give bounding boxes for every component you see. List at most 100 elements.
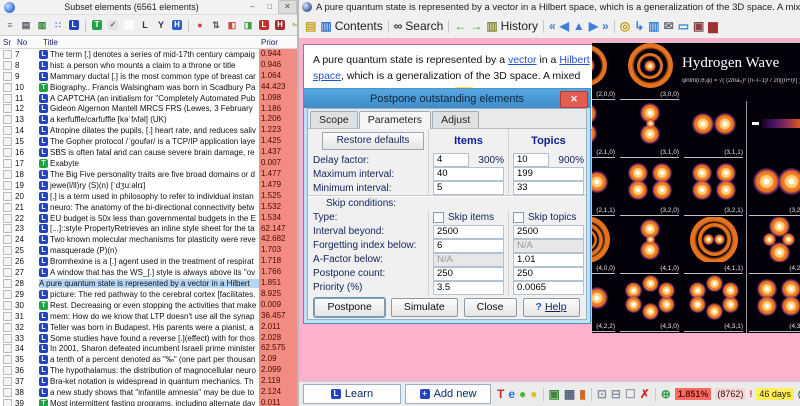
sort-icon[interactable]: ⇅ (209, 18, 223, 32)
back-icon[interactable]: ← (454, 19, 466, 33)
row-checkbox[interactable] (3, 388, 12, 397)
items-input[interactable]: N/A (433, 253, 504, 267)
table-row[interactable]: 10TBiography.. Francis Walsingham was bo… (0, 82, 297, 93)
topics-input[interactable]: N/A (513, 239, 584, 253)
sound-icon[interactable]: ▮ (579, 387, 586, 401)
dictionary-icon[interactable]: ▆ (708, 19, 717, 33)
row-checkbox[interactable] (3, 170, 12, 179)
row-checkbox[interactable] (3, 83, 12, 92)
topics-input[interactable]: 250 (513, 267, 584, 281)
table-row[interactable]: 36LThe hypothalamus: the distribution of… (0, 365, 297, 376)
next-icon[interactable]: ▶ (589, 19, 598, 33)
row-checkbox[interactable] (3, 126, 12, 135)
browser-icon[interactable]: e (508, 387, 515, 401)
protect-icon[interactable]: ⊕ (661, 387, 671, 401)
column-header-title[interactable]: Title (43, 38, 261, 47)
row-checkbox[interactable] (3, 61, 12, 70)
first-icon[interactable]: « (549, 19, 556, 33)
letter-l-icon[interactable]: L (138, 18, 152, 32)
table-row[interactable]: 30TRest. Decreasing or even stopping the… (0, 300, 297, 311)
row-checkbox[interactable] (3, 366, 12, 375)
camera-icon[interactable]: ▣ (549, 387, 560, 401)
row-checkbox[interactable] (3, 94, 12, 103)
item-red-icon[interactable]: L (257, 18, 271, 32)
table-row[interactable]: 23L[...]::style PropertyRetrieves an inl… (0, 224, 297, 235)
table-row[interactable]: 27LA window that has the WS_[.] style is… (0, 267, 297, 278)
letter-y-icon[interactable]: Y (154, 18, 168, 32)
row-checkbox[interactable] (3, 159, 12, 168)
help-button[interactable]: ?Help (523, 298, 580, 317)
row-checkbox[interactable] (3, 104, 12, 113)
dialog-close-button[interactable]: ✕ (560, 91, 588, 108)
goto-icon[interactable]: ↳ (634, 19, 644, 33)
dismiss-icon[interactable]: ✗ (640, 387, 650, 401)
book-icon[interactable]: ▥ (648, 19, 659, 33)
table-row[interactable]: 7LThe term [.] denotes a series of mid-1… (0, 49, 297, 60)
row-checkbox[interactable] (3, 355, 12, 364)
topics-checkbox[interactable] (513, 212, 524, 223)
forward-icon[interactable]: → (470, 19, 482, 33)
window-green-icon[interactable]: ◨ (241, 18, 255, 32)
row-checkbox[interactable] (3, 290, 12, 299)
row-checkbox[interactable] (3, 181, 12, 190)
export-icon[interactable]: ↪ (289, 18, 297, 32)
row-checkbox[interactable] (3, 72, 12, 81)
items-input[interactable]: 40 (433, 167, 504, 181)
table-row[interactable]: 24LTwo known molecular mechanisms for pl… (0, 234, 297, 245)
search-icon[interactable]: ∞Search (394, 19, 444, 33)
bullet-red-icon[interactable]: ● (193, 18, 207, 32)
dialog-titlebar[interactable]: Postpone outstanding elements ✕ (304, 89, 590, 108)
row-checkbox[interactable] (3, 257, 12, 266)
table-row[interactable]: 37LBra-ket notation is widespread in qua… (0, 376, 297, 387)
topics-input[interactable]: 1.01 (513, 253, 584, 267)
table-row[interactable]: 38La new study shows that "infantile amn… (0, 387, 297, 398)
row-checkbox[interactable] (3, 148, 12, 157)
table-row[interactable]: 16LSBS is often fatal and can cause seve… (0, 147, 297, 158)
simulate-button[interactable]: Simulate (391, 298, 458, 317)
tab-adjust[interactable]: Adjust (432, 111, 479, 128)
items-input[interactable]: 2500 (433, 225, 504, 239)
history-icon[interactable]: ▥History (486, 19, 538, 33)
ball-green-icon[interactable]: ● (519, 387, 526, 401)
text-icon[interactable]: T (497, 387, 504, 401)
table-row[interactable]: 14LAtropine dilates the pupils, [.] hear… (0, 125, 297, 136)
item-icon[interactable]: L (67, 18, 81, 32)
last-icon[interactable]: » (602, 19, 609, 33)
row-checkbox[interactable] (3, 279, 12, 288)
picture-icon[interactable]: ▦ (564, 387, 575, 401)
view-list-icon[interactable]: ≡ (3, 18, 17, 32)
topics-input[interactable]: 33 (513, 181, 584, 195)
topic-icon[interactable]: T (90, 18, 104, 32)
row-checkbox[interactable] (3, 312, 12, 321)
table-row[interactable]: 19Ljewe(l/ll)ry (S)(n) [ˈdʒu:əlrɪ]1.479 (0, 180, 297, 191)
table-row[interactable]: 11LA CAPTCHA (an initialism for "Complet… (0, 93, 297, 104)
row-checkbox[interactable] (3, 399, 12, 406)
table-row[interactable]: 8Lhist: a person who mounts a claim to a… (0, 60, 297, 71)
table-row[interactable]: 33LSome studies have found a reverse [.]… (0, 333, 297, 344)
items-input[interactable]: 3.5 (433, 281, 504, 295)
html-red-icon[interactable]: H (273, 18, 287, 32)
table-row[interactable]: 35La tenth of a percent denoted as "‰" (… (0, 354, 297, 365)
close-button[interactable]: Close (464, 298, 517, 317)
tab-parameters[interactable]: Parameters (359, 111, 431, 129)
tab-scope[interactable]: Scope (310, 111, 358, 128)
close-button[interactable]: ✕ (278, 0, 297, 14)
days-badge[interactable]: 46 days (756, 388, 794, 400)
table-row[interactable]: 9LMammary ductal [.] is the most common … (0, 71, 297, 82)
table-row[interactable]: 13La kerfuffle/carfuffle [kəˈfʌfəl] (UK)… (0, 114, 297, 125)
tasklist-icon[interactable]: ▣ (693, 19, 704, 33)
postpone-button[interactable]: Postpone (314, 298, 384, 317)
table-row[interactable]: 17TExabyte0.007 (0, 158, 297, 169)
row-checkbox[interactable] (3, 246, 12, 255)
add-new-button[interactable]: + Add new (405, 384, 491, 404)
row-checkbox[interactable] (3, 192, 12, 201)
table-row[interactable]: 32LTeller was born in Budapest. His pare… (0, 322, 297, 333)
row-checkbox[interactable] (3, 344, 12, 353)
window-red-icon[interactable]: ◧ (225, 18, 239, 32)
table-row[interactable]: 28A pure quantum state is represented by… (0, 278, 297, 289)
prev-icon[interactable]: ◀ (560, 19, 569, 33)
copy-icon[interactable]: ⊡ (597, 387, 607, 401)
contents-icon[interactable]: ▥Contents (320, 19, 382, 33)
ball-yellow-icon[interactable]: ● (530, 387, 537, 401)
priority-percent-badge[interactable]: 1.851% (675, 388, 712, 400)
